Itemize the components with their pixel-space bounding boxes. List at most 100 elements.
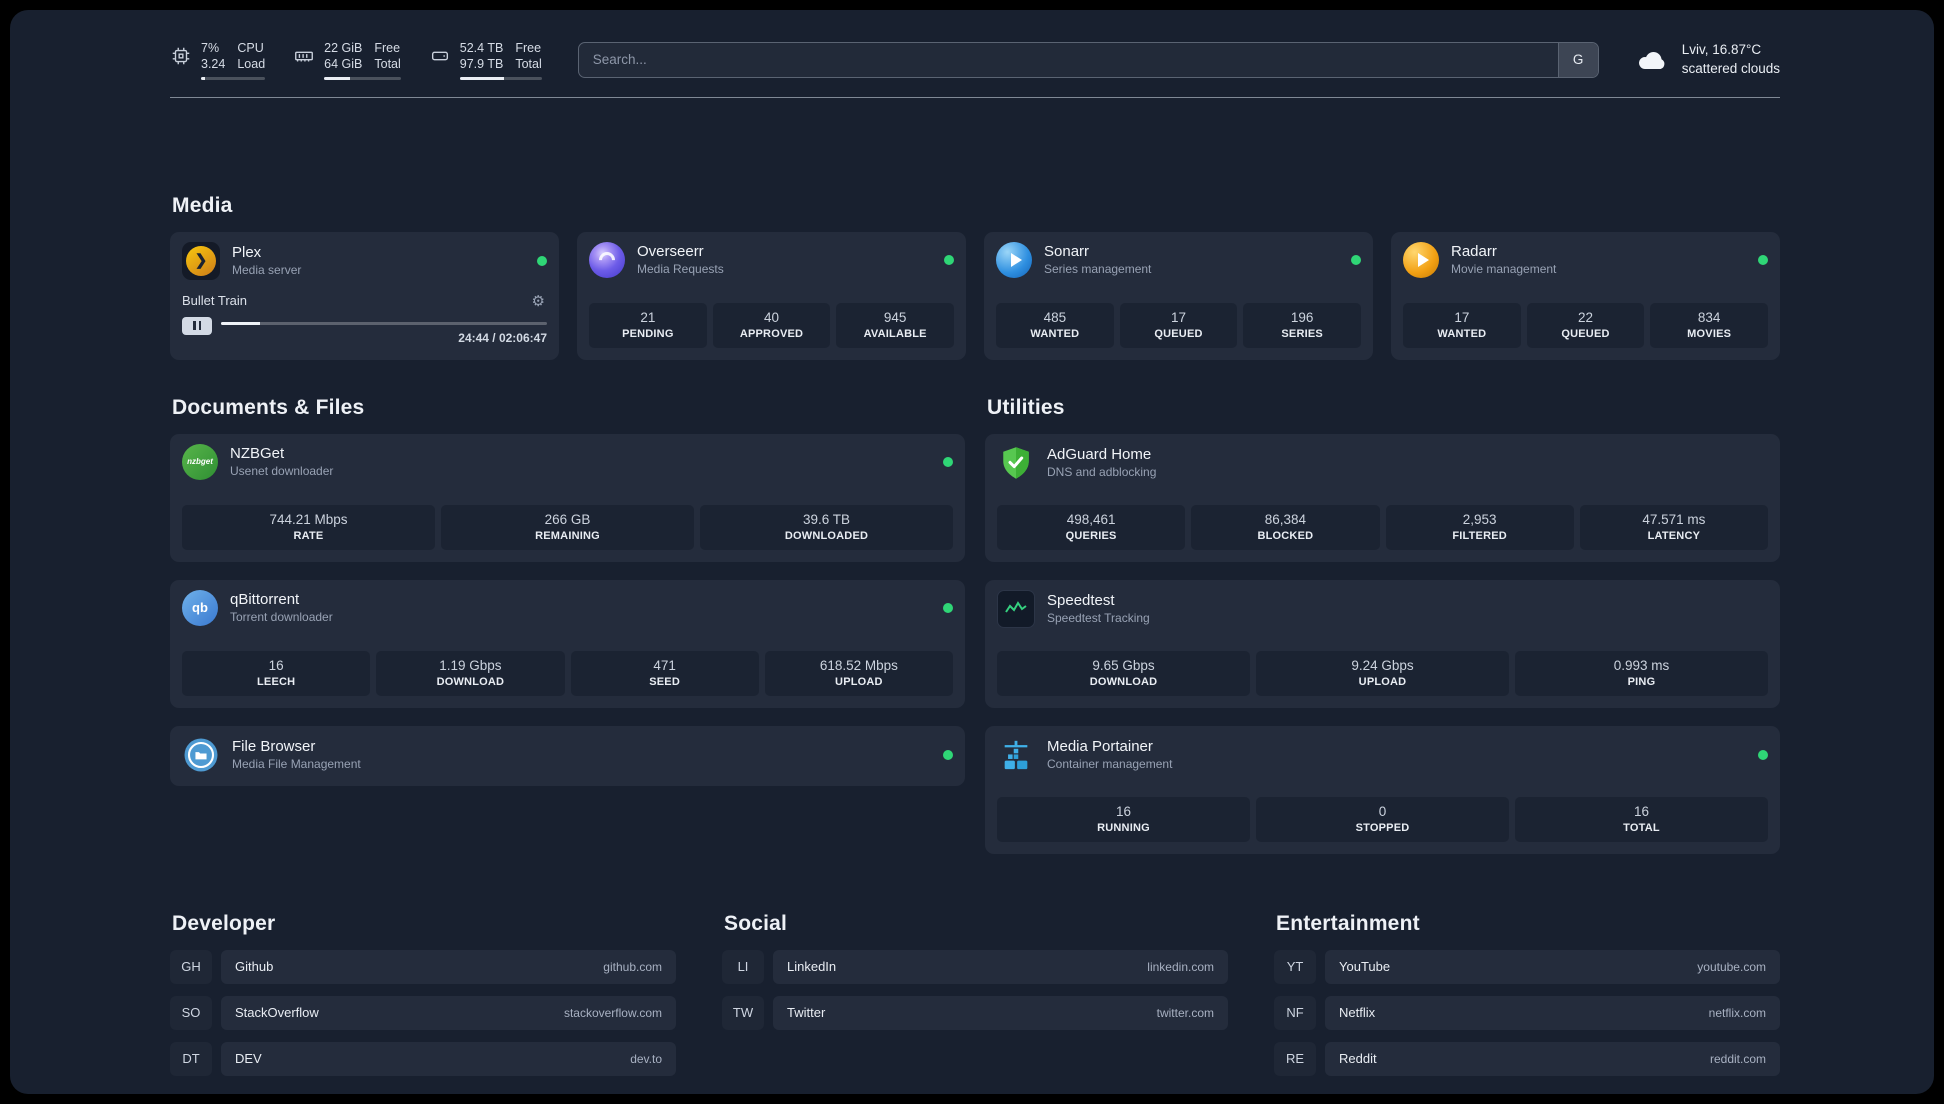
bookmark-group-entertainment: Entertainment YT YouTube youtube.com NF … bbox=[1274, 912, 1780, 1088]
radarr-icon bbox=[1403, 241, 1439, 278]
service-link-adguard[interactable]: AdGuard Home DNS and adblocking bbox=[997, 444, 1768, 482]
bookmark-name: Twitter bbox=[787, 1005, 826, 1020]
bookmark-name: StackOverflow bbox=[235, 1005, 319, 1020]
bookmark-group-developer: Developer GH Github github.com SO StackO… bbox=[170, 912, 676, 1088]
memory-icon bbox=[293, 40, 315, 67]
service-name: Speedtest bbox=[1047, 592, 1115, 609]
speedtest-icon bbox=[997, 589, 1035, 628]
memory-widget: 22 GiB 64 GiB Free Total bbox=[293, 40, 401, 80]
service-name: Radarr bbox=[1451, 243, 1497, 260]
service-description: Torrent downloader bbox=[230, 610, 333, 624]
stat-tile: 945 AVAILABLE bbox=[836, 302, 955, 348]
stat-tile: 16 RUNNING bbox=[997, 796, 1250, 842]
stats-row: 16 LEECH 1.19 Gbps DOWNLOAD 471 SEED 618… bbox=[182, 639, 953, 696]
bookmark-stackoverflow[interactable]: SO StackOverflow stackoverflow.com bbox=[170, 995, 676, 1030]
bookmark-linkedin[interactable]: LI LinkedIn linkedin.com bbox=[722, 949, 1228, 984]
weather-condition: scattered clouds bbox=[1681, 60, 1780, 76]
service-link-overseerr[interactable]: Overseerr Media Requests bbox=[589, 241, 954, 278]
section-title-media: Media bbox=[172, 193, 233, 217]
bookmark-name: Github bbox=[235, 959, 274, 974]
service-description: Container management bbox=[1047, 757, 1173, 771]
status-dot bbox=[943, 749, 953, 760]
service-link-speedtest[interactable]: Speedtest Speedtest Tracking bbox=[997, 589, 1768, 628]
service-card-speedtest: Speedtest Speedtest Tracking 9.65 Gbps D… bbox=[985, 579, 1780, 708]
stat-tile: 86,384 BLOCKED bbox=[1191, 504, 1380, 550]
weather-widget: Lviv, 16.87°C scattered clouds bbox=[1635, 41, 1780, 79]
now-playing-title: Bullet Train bbox=[182, 293, 248, 308]
section-utilities: Utilities AdGuard Home DNS and adblockin… bbox=[985, 396, 1780, 854]
stat-tile: 40 APPROVED bbox=[712, 302, 831, 348]
service-link-nzbget[interactable]: nzbget NZBGet Usenet downloader bbox=[182, 443, 953, 480]
dashboard-page: 7% 3.24 CPU Load 22 GiB 64 GiB Free Tota… bbox=[10, 10, 1934, 1094]
playback-progress-bar[interactable] bbox=[221, 321, 547, 325]
bookmark-netflix[interactable]: NF Netflix netflix.com bbox=[1274, 995, 1780, 1030]
service-link-portainer[interactable]: Media Portainer Container management bbox=[997, 736, 1768, 774]
service-name: NZBGet bbox=[230, 445, 285, 462]
service-card-filebrowser: File Browser Media File Management bbox=[170, 725, 965, 786]
stat-tile: 47.571 ms LATENCY bbox=[1579, 504, 1768, 550]
memory-free-label: Free bbox=[374, 41, 401, 55]
pause-button[interactable] bbox=[182, 316, 212, 335]
stats-row: 498,461 QUERIES 86,384 BLOCKED 2,953 FIL… bbox=[997, 493, 1768, 550]
bookmark-youtube[interactable]: YT YouTube youtube.com bbox=[1274, 949, 1780, 984]
disk-total-label: Total bbox=[515, 57, 542, 72]
service-link-qbittorrent[interactable]: qb qBittorrent Torrent downloader bbox=[182, 589, 953, 626]
search-provider-button[interactable]: G bbox=[1557, 42, 1598, 77]
sonarr-icon bbox=[996, 241, 1032, 278]
status-dot bbox=[944, 254, 954, 265]
stat-tile: 266 GB REMAINING bbox=[441, 504, 694, 550]
service-link-plex[interactable]: ❯ Plex Media server bbox=[182, 241, 547, 280]
bookmark-url: dev.to bbox=[630, 1051, 662, 1066]
service-link-radarr[interactable]: Radarr Movie management bbox=[1403, 241, 1768, 278]
bookmarks-section: Developer GH Github github.com SO StackO… bbox=[170, 912, 1780, 1088]
stat-tile: 0.993 ms PING bbox=[1515, 650, 1768, 696]
status-dot bbox=[1351, 254, 1361, 265]
section-title-utilities: Utilities bbox=[987, 395, 1065, 419]
service-description: Usenet downloader bbox=[230, 464, 334, 478]
section-title-entertainment: Entertainment bbox=[1276, 911, 1420, 935]
stat-tile: 1.19 Gbps DOWNLOAD bbox=[376, 650, 565, 696]
stat-tile: 17 QUEUED bbox=[1119, 302, 1238, 348]
service-link-filebrowser[interactable]: File Browser Media File Management bbox=[182, 736, 953, 774]
bookmark-url: linkedin.com bbox=[1147, 959, 1214, 974]
bookmark-url: twitter.com bbox=[1156, 1005, 1214, 1020]
service-name: AdGuard Home bbox=[1047, 446, 1152, 463]
service-link-sonarr[interactable]: Sonarr Series management bbox=[996, 241, 1361, 278]
cpu-readout: 7% 3.24 CPU Load bbox=[201, 40, 266, 80]
cpu-load: 3.24 bbox=[201, 57, 226, 72]
stat-tile: 16 LEECH bbox=[182, 650, 371, 696]
topbar-divider bbox=[170, 96, 1780, 98]
bookmark-github[interactable]: GH Github github.com bbox=[170, 949, 676, 984]
nzbget-icon: nzbget bbox=[182, 443, 218, 480]
service-description: Speedtest Tracking bbox=[1047, 611, 1150, 625]
service-card-sonarr: Sonarr Series management 485 WANTED 17 Q… bbox=[984, 231, 1373, 360]
search-input[interactable] bbox=[578, 52, 1558, 68]
stat-tile: 196 SERIES bbox=[1243, 302, 1362, 348]
memory-readout: 22 GiB 64 GiB Free Total bbox=[324, 40, 401, 80]
bookmark-twitter[interactable]: TW Twitter twitter.com bbox=[722, 995, 1228, 1030]
stats-row: 16 RUNNING 0 STOPPED 16 TOTAL bbox=[997, 785, 1768, 842]
bookmark-url: youtube.com bbox=[1697, 959, 1766, 974]
bookmark-dev[interactable]: DT DEV dev.to bbox=[170, 1041, 676, 1076]
disk-icon bbox=[429, 40, 451, 67]
service-name: Overseerr bbox=[637, 243, 704, 260]
memory-total-label: Total bbox=[374, 57, 401, 72]
stat-tile: 485 WANTED bbox=[996, 302, 1114, 348]
stat-tile: 16 TOTAL bbox=[1515, 796, 1768, 842]
service-description: Movie management bbox=[1451, 262, 1557, 276]
stats-row: 9.65 Gbps DOWNLOAD 9.24 Gbps UPLOAD 0.99… bbox=[997, 639, 1768, 696]
stat-tile: 39.6 TB DOWNLOADED bbox=[700, 504, 953, 550]
bookmark-name: Netflix bbox=[1339, 1005, 1376, 1020]
service-card-overseerr: Overseerr Media Requests 21 PENDING 40 A… bbox=[577, 231, 966, 360]
bookmark-abbr: GH bbox=[170, 949, 212, 984]
status-dot bbox=[943, 602, 953, 613]
filebrowser-icon bbox=[182, 736, 220, 774]
bookmark-reddit[interactable]: RE Reddit reddit.com bbox=[1274, 1041, 1780, 1076]
gear-icon[interactable]: ⚙ bbox=[530, 292, 547, 310]
service-description: Media server bbox=[232, 263, 302, 277]
stat-tile: 9.65 Gbps DOWNLOAD bbox=[997, 650, 1250, 696]
stat-tile: 618.52 Mbps UPLOAD bbox=[764, 650, 953, 696]
cpu-icon bbox=[170, 40, 192, 67]
stats-row: 485 WANTED 17 QUEUED 196 SERIES bbox=[996, 291, 1362, 348]
disk-free: 52.4 TB bbox=[459, 41, 504, 55]
